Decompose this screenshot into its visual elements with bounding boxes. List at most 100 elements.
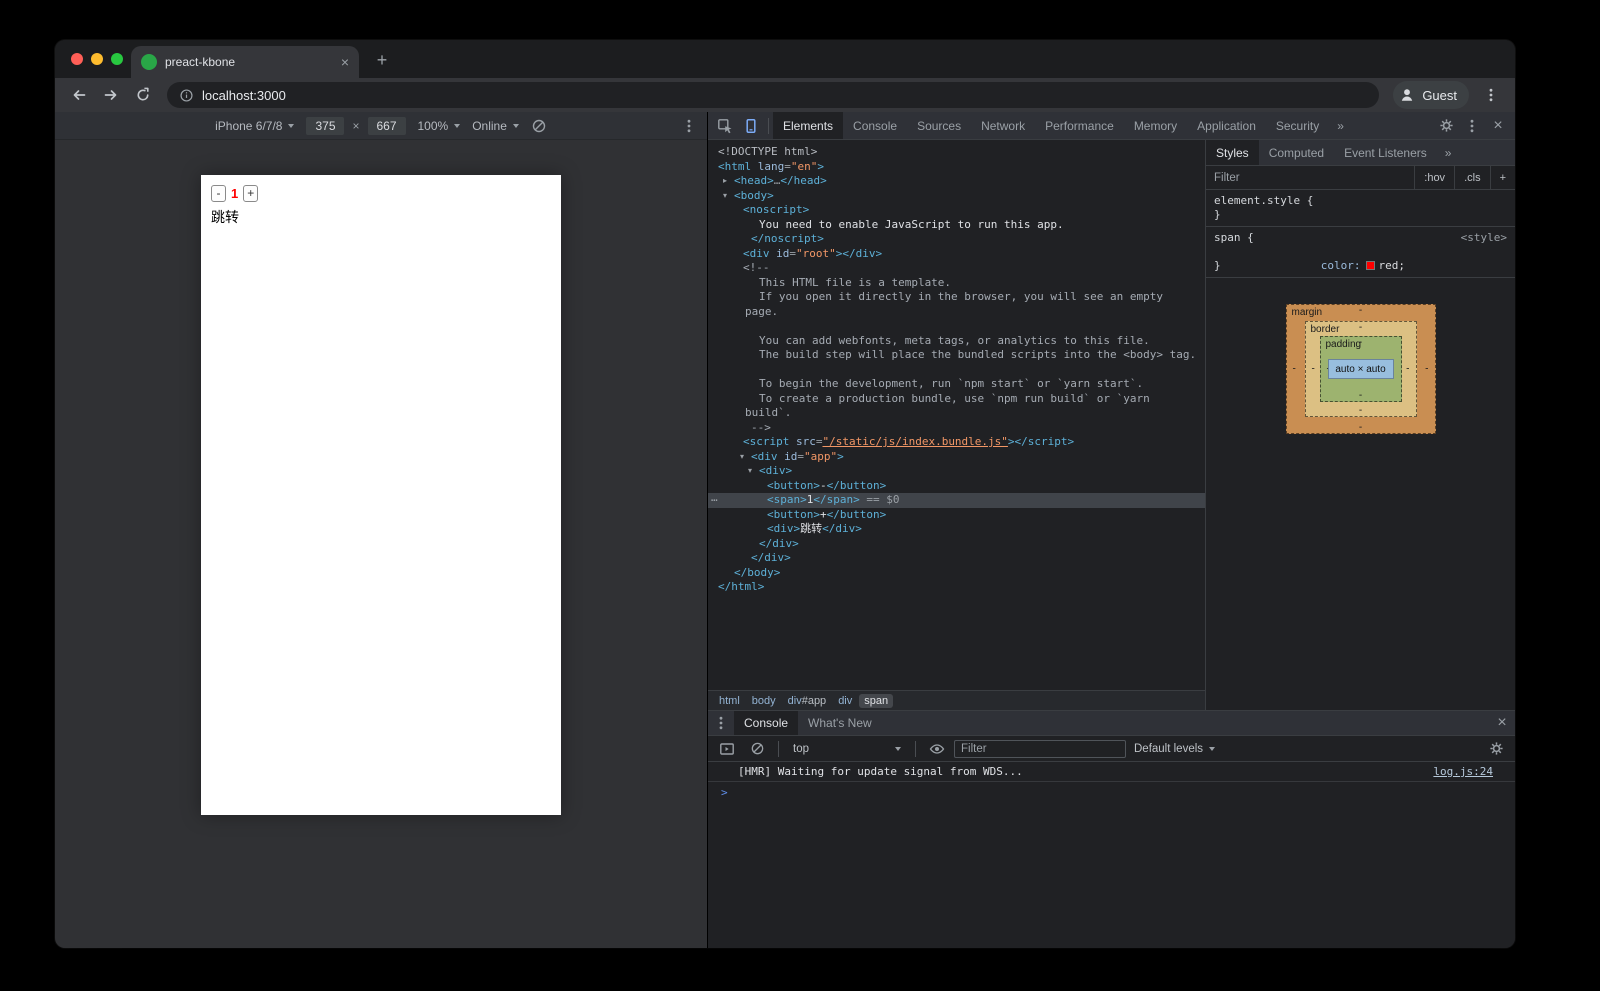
clear-console-button[interactable] xyxy=(744,737,770,761)
throttle-select[interactable]: Online xyxy=(472,119,519,133)
tab-sources[interactable]: Sources xyxy=(907,112,971,139)
dom-tree-line[interactable]: <button>+</button> xyxy=(708,508,1205,523)
console-close-button[interactable]: × xyxy=(1489,711,1515,735)
javascript-context-select[interactable]: top xyxy=(787,740,907,758)
back-button[interactable] xyxy=(65,81,93,109)
minimize-window-button[interactable] xyxy=(91,53,103,65)
hover-state-toggle[interactable]: :hov xyxy=(1414,166,1454,189)
rotate-device-icon[interactable] xyxy=(531,118,547,134)
omnibox[interactable]: localhost:3000 xyxy=(167,82,1379,108)
style-origin-link[interactable]: <style> xyxy=(1461,231,1507,245)
tabs-overflow-button[interactable]: » xyxy=(1329,119,1352,133)
element-style-open[interactable]: element.style { xyxy=(1206,194,1515,208)
dom-tree-line[interactable]: The build step will place the bundled sc… xyxy=(708,348,1205,363)
dom-tree-line[interactable]: ▾<div> xyxy=(708,464,1205,479)
console-filter-input[interactable] xyxy=(954,740,1126,758)
decrement-button[interactable]: - xyxy=(211,185,226,202)
dom-tree-line[interactable]: <div>跳转</div> xyxy=(708,522,1205,537)
console-settings-button[interactable] xyxy=(1483,737,1509,761)
dom-tree-line[interactable]: </body> xyxy=(708,566,1205,581)
dom-tree-line[interactable]: ▸<head>…</head> xyxy=(708,174,1205,189)
box-model-padding[interactable]: padding - - - - auto × auto xyxy=(1320,336,1402,402)
show-more-dots[interactable]: … xyxy=(711,491,718,506)
disclosure-triangle-icon[interactable]: ▾ xyxy=(748,464,752,479)
styles-tabs-overflow-button[interactable]: » xyxy=(1437,140,1460,165)
dom-tree-line[interactable]: <button>-</button> xyxy=(708,479,1205,494)
dom-tree-line[interactable]: …<span>1</span> == $0 xyxy=(708,493,1205,508)
dom-tree-line[interactable]: build`. xyxy=(708,406,1205,421)
info-icon[interactable] xyxy=(179,88,194,103)
dom-tree-line[interactable]: <div id="root"></div> xyxy=(708,247,1205,262)
dom-tree-line[interactable]: </noscript> xyxy=(708,232,1205,247)
dom-tree-line[interactable]: You need to enable JavaScript to run thi… xyxy=(708,218,1205,233)
tab-styles[interactable]: Styles xyxy=(1206,140,1259,165)
dom-tree-line[interactable]: This HTML file is a template. xyxy=(708,276,1205,291)
breadcrumb-item-html[interactable]: html xyxy=(714,694,745,708)
breadcrumb-item-span[interactable]: span xyxy=(859,694,893,708)
dom-tree-line[interactable]: To create a production bundle, use `npm … xyxy=(708,392,1205,407)
dom-tree-line[interactable]: If you open it directly in the browser, … xyxy=(708,290,1205,305)
css-rule-selector[interactable]: span { xyxy=(1214,231,1254,245)
devtools-menu-button[interactable] xyxy=(1459,114,1485,138)
tab-performance[interactable]: Performance xyxy=(1035,112,1124,139)
devtools-close-button[interactable]: × xyxy=(1485,114,1511,138)
log-levels-select[interactable]: Default levels xyxy=(1130,743,1219,755)
class-toggle[interactable]: .cls xyxy=(1454,166,1490,189)
tab-application[interactable]: Application xyxy=(1187,112,1266,139)
console-log-source-link[interactable]: log.js:24 xyxy=(1433,765,1493,778)
dom-tree-line[interactable] xyxy=(708,319,1205,334)
dom-tree-line[interactable]: page. xyxy=(708,305,1205,320)
close-window-button[interactable] xyxy=(71,53,83,65)
tab-event-listeners[interactable]: Event Listeners xyxy=(1334,140,1437,165)
device-height-input[interactable] xyxy=(368,117,406,135)
tab-elements[interactable]: Elements xyxy=(773,112,843,139)
device-select[interactable]: iPhone 6/7/8 xyxy=(215,119,294,133)
css-property-name[interactable]: color: xyxy=(1321,259,1361,272)
new-tab-button[interactable]: + xyxy=(369,47,395,73)
disclosure-triangle-icon[interactable]: ▾ xyxy=(723,189,727,204)
browser-tab[interactable]: preact-kbone × xyxy=(131,46,359,78)
dom-tree-line[interactable]: To begin the development, run `npm start… xyxy=(708,377,1205,392)
forward-button[interactable] xyxy=(97,81,125,109)
fullscreen-window-button[interactable] xyxy=(111,53,123,65)
jump-link[interactable]: 跳转 xyxy=(211,207,551,227)
dom-tree-line[interactable]: <noscript> xyxy=(708,203,1205,218)
devtools-settings-button[interactable] xyxy=(1433,114,1459,138)
increment-button[interactable]: + xyxy=(243,185,258,202)
disclosure-triangle-icon[interactable]: ▾ xyxy=(740,450,744,465)
color-swatch[interactable] xyxy=(1366,261,1375,270)
tab-security[interactable]: Security xyxy=(1266,112,1329,139)
dom-tree-line[interactable]: </div> xyxy=(708,551,1205,566)
dom-tree-line[interactable]: --> xyxy=(708,421,1205,436)
styles-filter-input[interactable] xyxy=(1206,166,1414,189)
tab-network[interactable]: Network xyxy=(971,112,1035,139)
tab-close-button[interactable]: × xyxy=(341,55,349,69)
dom-tree-line[interactable]: ▾<div id="app"> xyxy=(708,450,1205,465)
tab-computed[interactable]: Computed xyxy=(1259,140,1334,165)
tab-console[interactable]: Console xyxy=(734,711,798,735)
tab-memory[interactable]: Memory xyxy=(1124,112,1187,139)
browser-menu-button[interactable] xyxy=(1477,81,1505,109)
dom-tree-line[interactable]: ▾<body> xyxy=(708,189,1205,204)
dom-tree-line[interactable]: You can add webfonts, meta tags, or anal… xyxy=(708,334,1205,349)
device-toolbar-menu-button[interactable] xyxy=(681,118,697,134)
console-sidebar-toggle-button[interactable] xyxy=(714,737,740,761)
inspect-element-button[interactable] xyxy=(712,114,738,138)
css-property-value[interactable]: red; xyxy=(1378,259,1405,272)
box-model-border[interactable]: border - - - - padding - - - xyxy=(1305,321,1417,417)
dom-tree-line[interactable]: <!-- xyxy=(708,261,1205,276)
dom-tree-line[interactable]: </div> xyxy=(708,537,1205,552)
dom-tree-line[interactable] xyxy=(708,363,1205,378)
dom-tree-line[interactable]: <script src="/static/js/index.bundle.js"… xyxy=(708,435,1205,450)
reload-button[interactable] xyxy=(129,81,157,109)
breadcrumb-item-div[interactable]: div xyxy=(833,694,857,708)
box-model-content[interactable]: auto × auto xyxy=(1328,359,1394,379)
guest-profile-button[interactable]: Guest xyxy=(1393,81,1469,109)
box-model-margin[interactable]: margin - - - - border - - - - xyxy=(1286,304,1436,434)
tab-what-s-new[interactable]: What's New xyxy=(798,711,882,735)
live-expression-eye-button[interactable] xyxy=(924,737,950,761)
zoom-select[interactable]: 100% xyxy=(418,119,461,133)
breadcrumb-item-div-app[interactable]: div#app xyxy=(783,694,832,708)
disclosure-triangle-icon[interactable]: ▸ xyxy=(723,174,727,189)
console-drawer-menu-button[interactable] xyxy=(708,711,734,735)
